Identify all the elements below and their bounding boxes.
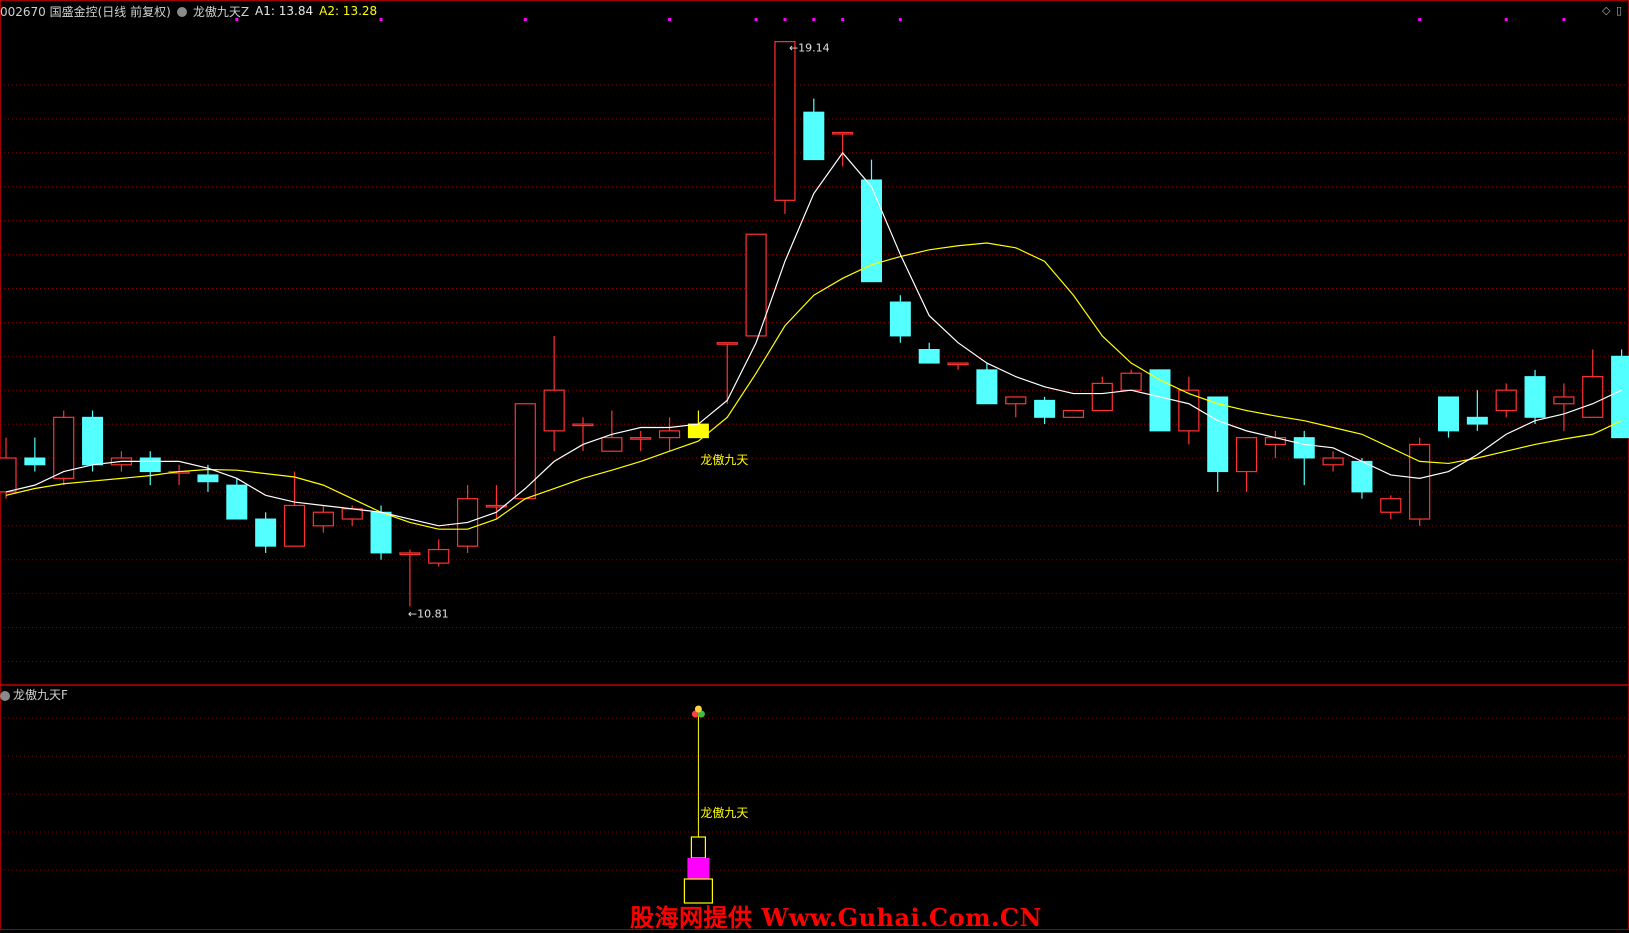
top-marker — [1418, 18, 1422, 21]
candle-body — [889, 301, 911, 337]
candle-body — [1351, 460, 1373, 493]
candle-body — [1495, 389, 1517, 412]
candle-body — [1207, 396, 1229, 473]
candle-body — [543, 389, 565, 432]
candle-body — [601, 437, 623, 452]
candle-body — [341, 508, 363, 520]
gear-icon[interactable] — [176, 7, 187, 17]
candle-body — [428, 548, 450, 564]
max-price-label: ←19.14 — [789, 42, 830, 55]
sub-indicator-panel: 龙傲九天 — [683, 705, 748, 904]
candle-body — [1149, 369, 1171, 432]
sub-header: 龙傲九天F — [0, 686, 68, 703]
ma1-line — [5, 151, 1622, 527]
signal-box-magenta — [687, 858, 710, 879]
window-icon[interactable]: ▯ — [1616, 4, 1622, 17]
candle-body — [947, 362, 969, 366]
signal-box-top — [690, 836, 707, 859]
candle-body — [1034, 399, 1056, 418]
stock-title[interactable]: 002670 国盛金控(日线 前复权) — [0, 3, 171, 20]
a1-value: A1: 13.84 — [255, 4, 314, 18]
candle-body — [399, 552, 421, 556]
a2-value: A2: 13.28 — [319, 4, 378, 18]
candle-body — [630, 437, 652, 440]
candle-body — [716, 342, 738, 345]
kline-chart: ←19.14 ←10.81 龙傲九天 龙傲九天 — [0, 0, 1629, 930]
candle-body — [139, 457, 161, 473]
candle-body — [1582, 376, 1604, 418]
candle-body — [861, 179, 882, 283]
candle-body — [658, 430, 681, 439]
candle-body — [1611, 355, 1629, 439]
candle-body — [1553, 396, 1575, 405]
candle-body — [514, 403, 536, 500]
candle-body — [976, 369, 998, 405]
candle-body — [832, 131, 854, 135]
candle-body — [197, 474, 219, 483]
indicator-name[interactable]: 龙傲九天Z — [193, 3, 249, 20]
candle-body — [1380, 498, 1402, 513]
candle-body — [1322, 457, 1344, 466]
candle-body — [1524, 376, 1546, 418]
top-marker — [1562, 18, 1566, 21]
candle-body — [1235, 437, 1258, 473]
main-header: 002670 国盛金控(日线 前复权) 龙傲九天Z A1: 13.84 A2: … — [0, 2, 383, 20]
candle-body — [1264, 437, 1287, 446]
top-marker — [841, 18, 845, 21]
candle-body — [1293, 437, 1315, 459]
signal-label: 龙傲九天 — [700, 452, 748, 467]
candle-body — [255, 518, 277, 547]
top-marker — [1504, 18, 1508, 21]
candle-body — [1438, 396, 1459, 432]
candle-body — [82, 416, 104, 466]
candle-body — [745, 233, 767, 337]
candle-body — [1409, 443, 1431, 520]
min-price-label: ←10.81 — [408, 608, 449, 621]
candle-body — [1005, 396, 1027, 405]
candle-body — [24, 457, 46, 466]
sub-indicator-name[interactable]: 龙傲九天F — [13, 686, 68, 703]
candle-body — [370, 511, 392, 554]
candle-body — [312, 511, 334, 527]
candle-body — [283, 504, 306, 547]
candle-body — [1091, 382, 1113, 412]
candle-body — [0, 457, 17, 493]
top-marker — [523, 18, 527, 21]
ma2-line — [5, 242, 1622, 530]
top-marker — [754, 18, 758, 21]
top-marker — [783, 18, 787, 21]
candle-body — [1466, 416, 1488, 425]
gear-icon[interactable] — [0, 690, 10, 701]
top-marker — [668, 18, 672, 21]
candle-body — [918, 349, 940, 364]
candle-body — [226, 484, 248, 520]
moving-averages — [5, 151, 1622, 530]
candle-body — [1062, 409, 1085, 418]
candles — [0, 41, 1629, 607]
watermark: 股海网提供 Www.Guhai.Com.CN — [630, 903, 1042, 932]
candle-body — [1120, 372, 1142, 391]
diamond-icon[interactable]: ◇ — [1602, 4, 1610, 17]
top-marker — [812, 18, 816, 21]
candle-body — [53, 416, 75, 479]
candle-body — [774, 41, 796, 201]
candle-body — [803, 111, 825, 161]
sub-signal-label: 龙傲九天 — [700, 805, 748, 820]
top-marker — [898, 18, 902, 21]
candle-body — [572, 423, 594, 427]
top-markers — [235, 18, 1566, 21]
signal-dot — [694, 705, 702, 713]
